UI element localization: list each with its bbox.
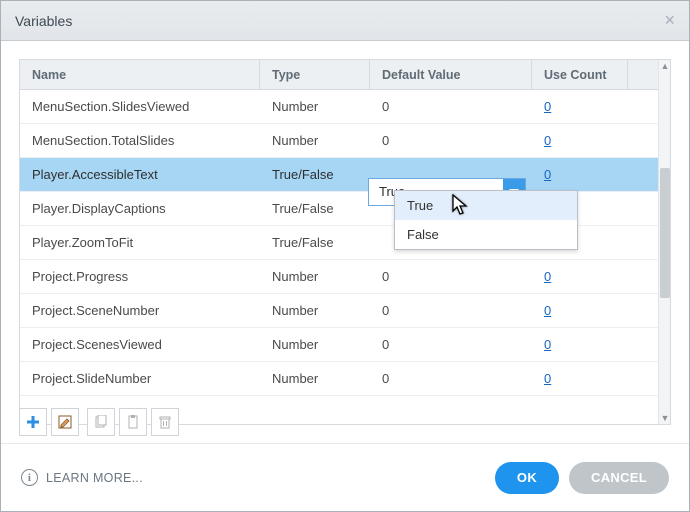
table-row[interactable]: Project.Progress Number 0 0 — [20, 260, 670, 294]
cell-name: MenuSection.SlidesViewed — [20, 99, 260, 114]
cell-default: 0 — [370, 269, 532, 284]
use-count-link[interactable]: 0 — [544, 133, 551, 148]
col-default[interactable]: Default Value — [370, 60, 532, 89]
cancel-button[interactable]: CANCEL — [569, 462, 669, 494]
grid-body-wrap: Name Type Default Value Use Count MenuSe… — [1, 41, 689, 443]
cell-type: Number — [260, 337, 370, 352]
dropdown-menu[interactable]: True False — [394, 190, 578, 250]
scroll-thumb[interactable] — [660, 168, 670, 298]
table-row[interactable]: Project.ScenesViewed Number 0 0 — [20, 328, 670, 362]
cell-default: 0 — [370, 371, 532, 386]
cell-default: 0 — [370, 303, 532, 318]
cell-count: 0 — [532, 303, 628, 318]
cell-default: 0 — [370, 99, 532, 114]
add-variable-button[interactable] — [19, 408, 47, 436]
cell-default: 0 — [370, 133, 532, 148]
col-name[interactable]: Name — [20, 60, 260, 89]
table-row-selected[interactable]: Player.AccessibleText True/False True 0 — [20, 158, 670, 192]
dropdown-option-false[interactable]: False — [395, 220, 577, 249]
cell-name: Player.DisplayCaptions — [20, 201, 260, 216]
use-count-link[interactable]: 0 — [544, 99, 551, 114]
cell-count: 0 — [532, 167, 628, 182]
cell-name: Project.SceneNumber — [20, 303, 260, 318]
learn-more-label: LEARN MORE... — [46, 471, 143, 485]
cell-name: Player.ZoomToFit — [20, 235, 260, 250]
grid-header: Name Type Default Value Use Count — [20, 60, 670, 90]
cell-count: 0 — [532, 269, 628, 284]
use-count-link[interactable]: 0 — [544, 303, 551, 318]
cell-type: Number — [260, 371, 370, 386]
col-count[interactable]: Use Count — [532, 60, 628, 89]
table-row[interactable]: Project.SlideNumber Number 0 0 — [20, 362, 670, 396]
cell-count: 0 — [532, 337, 628, 352]
table-row[interactable]: Project.SceneNumber Number 0 0 — [20, 294, 670, 328]
use-count-link[interactable]: 0 — [544, 269, 551, 284]
cell-default: 0 — [370, 337, 532, 352]
use-count-link[interactable]: 0 — [544, 167, 551, 182]
cell-name: Project.Progress — [20, 269, 260, 284]
copy-button[interactable] — [87, 408, 115, 436]
scroll-down-icon[interactable]: ▼ — [659, 412, 671, 424]
delete-button[interactable] — [151, 408, 179, 436]
learn-more-link[interactable]: i LEARN MORE... — [21, 469, 143, 486]
dropdown-option-true[interactable]: True — [395, 191, 577, 220]
edit-variable-button[interactable] — [51, 408, 79, 436]
cell-type: Number — [260, 303, 370, 318]
variables-grid: Name Type Default Value Use Count MenuSe… — [19, 59, 671, 425]
cell-type: Number — [260, 99, 370, 114]
vertical-scrollbar[interactable]: ▲ ▼ — [658, 60, 670, 424]
paste-button[interactable] — [119, 408, 147, 436]
info-icon: i — [21, 469, 38, 486]
cell-type: True/False — [260, 167, 370, 182]
table-row[interactable]: MenuSection.SlidesViewed Number 0 0 — [20, 90, 670, 124]
col-type[interactable]: Type — [260, 60, 370, 89]
table-row[interactable]: MenuSection.TotalSlides Number 0 0 — [20, 124, 670, 158]
cell-name: Project.ScenesViewed — [20, 337, 260, 352]
cell-type: True/False — [260, 235, 370, 250]
cell-type: True/False — [260, 201, 370, 216]
title-bar: Variables × — [1, 1, 689, 41]
cell-name: Project.SlideNumber — [20, 371, 260, 386]
scroll-up-icon[interactable]: ▲ — [659, 60, 671, 72]
grid-toolbar — [19, 408, 179, 436]
cell-type: Number — [260, 269, 370, 284]
cell-count: 0 — [532, 133, 628, 148]
cell-count: 0 — [532, 99, 628, 114]
use-count-link[interactable]: 0 — [544, 337, 551, 352]
use-count-link[interactable]: 0 — [544, 371, 551, 386]
ok-button[interactable]: OK — [495, 462, 559, 494]
dialog-footer: i LEARN MORE... OK CANCEL — [1, 443, 689, 511]
variables-dialog: Variables × Name Type Default Value Use … — [0, 0, 690, 512]
grid-rows: MenuSection.SlidesViewed Number 0 0 Menu… — [20, 90, 670, 396]
cell-name: Player.AccessibleText — [20, 167, 260, 182]
cell-type: Number — [260, 133, 370, 148]
cell-name: MenuSection.TotalSlides — [20, 133, 260, 148]
cell-count: 0 — [532, 371, 628, 386]
close-icon[interactable]: × — [664, 10, 675, 31]
window-title: Variables — [15, 13, 72, 29]
